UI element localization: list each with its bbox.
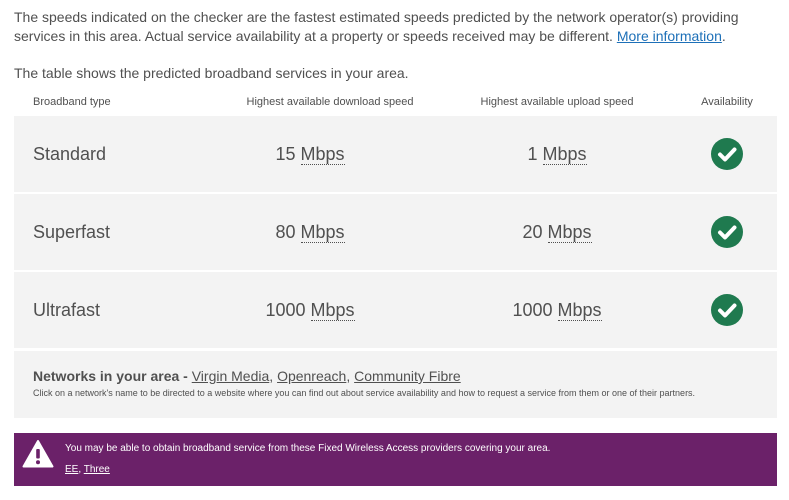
download-unit[interactable]: Mbps <box>300 222 345 243</box>
provider-link-ee[interactable]: EE <box>65 464 78 475</box>
table-row: Superfast 80 Mbps 20 Mbps <box>14 194 777 270</box>
header-availability: Availability <box>701 96 753 108</box>
upload-speed: 1000 Mbps <box>457 272 657 348</box>
check-circle-icon <box>711 294 743 326</box>
network-link-virgin-media[interactable]: Virgin Media <box>192 368 270 384</box>
download-value: 80 <box>275 222 296 242</box>
network-link-community-fibre[interactable]: Community Fibre <box>354 368 461 384</box>
networks-note: Click on a network's name to be directed… <box>33 388 696 398</box>
header-upload-speed: Highest available upload speed <box>480 96 634 108</box>
networks-label: Networks in your area - <box>33 368 188 384</box>
download-value: 15 <box>275 144 296 164</box>
availability-cell <box>709 272 745 348</box>
availability-cell <box>709 116 745 192</box>
upload-unit[interactable]: Mbps <box>547 222 592 243</box>
download-unit[interactable]: Mbps <box>310 300 355 321</box>
networks-title: Networks in your area - Virgin Media, Op… <box>33 368 461 384</box>
upload-speed: 20 Mbps <box>457 194 657 270</box>
table-row: Ultrafast 1000 Mbps 1000 Mbps <box>14 272 777 348</box>
header-broadband-type: Broadband type <box>33 96 111 108</box>
intro-paragraph: The speeds indicated on the checker are … <box>14 8 774 46</box>
check-circle-icon <box>711 138 743 170</box>
upload-speed: 1 Mbps <box>457 116 657 192</box>
upload-value: 20 <box>522 222 543 242</box>
more-information-link[interactable]: More information <box>617 28 722 44</box>
download-value: 1000 <box>265 300 306 320</box>
fixed-wireless-banner: You may be able to obtain broadband serv… <box>14 433 777 486</box>
broadband-type: Standard <box>33 144 107 164</box>
upload-unit[interactable]: Mbps <box>542 144 587 165</box>
availability-cell <box>709 194 745 270</box>
upload-value: 1 <box>527 144 538 164</box>
upload-value: 1000 <box>512 300 553 320</box>
fwa-message: You may be able to obtain broadband serv… <box>65 443 551 454</box>
check-circle-icon <box>711 216 743 248</box>
table-header: Broadband type Highest available downloa… <box>14 94 777 112</box>
table-intro: The table shows the predicted broadband … <box>14 65 409 81</box>
network-link-openreach[interactable]: Openreach <box>277 368 346 384</box>
upload-unit[interactable]: Mbps <box>557 300 602 321</box>
header-download-speed: Highest available download speed <box>246 96 414 108</box>
provider-link-three[interactable]: Three <box>84 464 110 475</box>
broadband-type: Superfast <box>33 222 111 242</box>
networks-panel: Networks in your area - Virgin Media, Op… <box>14 351 777 418</box>
broadband-type: Ultrafast <box>33 300 101 320</box>
download-unit[interactable]: Mbps <box>300 144 345 165</box>
download-speed: 15 Mbps <box>210 116 410 192</box>
download-speed: 80 Mbps <box>210 194 410 270</box>
table-row: Standard 15 Mbps 1 Mbps <box>14 116 777 192</box>
fwa-providers: EE, Three <box>65 464 110 475</box>
download-speed: 1000 Mbps <box>210 272 410 348</box>
intro-period: . <box>721 28 726 44</box>
warning-triangle-icon <box>22 439 54 469</box>
